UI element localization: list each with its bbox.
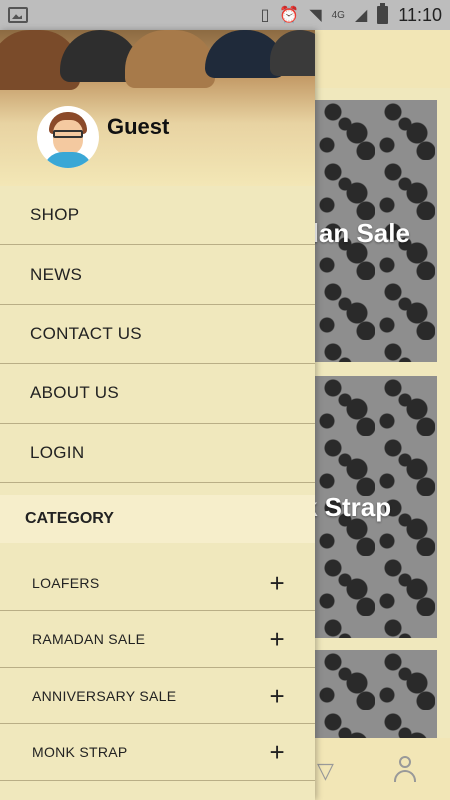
menu-item-shop[interactable]: SHOP	[0, 186, 315, 246]
expand-plus-icon[interactable]: +	[270, 683, 285, 709]
vibrate-icon: ▯	[260, 7, 270, 24]
category-section-title: CATEGORY	[0, 494, 315, 543]
app-header	[315, 30, 450, 88]
banner-card[interactable]	[315, 650, 437, 740]
category-label: MONK STRAP	[32, 744, 128, 761]
clock: 11:10	[398, 4, 442, 25]
expand-plus-icon[interactable]: +	[270, 739, 285, 765]
image-notification-icon	[8, 7, 28, 23]
banner-title: k Strap	[315, 492, 392, 522]
status-bar: ▯ ⏰ ◥ 4G ◢ 11:10	[0, 0, 450, 30]
menu-item-about-us[interactable]: ABOUT US	[0, 364, 315, 424]
cart-icon[interactable]: ▽	[317, 758, 334, 784]
category-list: LOAFERS + RAMADAN SALE + ANNIVERSARY SAL…	[0, 555, 315, 781]
category-item-ramadan-sale[interactable]: RAMADAN SALE +	[0, 611, 315, 668]
banner-title: dan Sale	[315, 218, 410, 248]
menu-item-news[interactable]: NEWS	[0, 245, 315, 305]
category-label: ANNIVERSARY SALE	[32, 687, 177, 704]
category-label: RAMADAN SALE	[32, 631, 146, 648]
banner-card[interactable]: dan Sale	[315, 100, 437, 362]
drawer-header: Guest	[0, 30, 315, 186]
wifi-icon: ◥	[309, 7, 322, 24]
drawer-menu: SHOP NEWS CONTACT US ABOUT US LOGIN	[0, 186, 315, 483]
navigation-drawer: Guest SHOP NEWS CONTACT US ABOUT US LOGI…	[0, 30, 315, 800]
network-type-label: 4G	[331, 9, 345, 21]
expand-plus-icon[interactable]: +	[270, 626, 285, 652]
avatar[interactable]	[37, 106, 99, 168]
banner-card[interactable]: k Strap	[315, 376, 437, 638]
battery-icon	[377, 3, 389, 24]
category-item-loafers[interactable]: LOAFERS +	[0, 555, 315, 612]
menu-item-login[interactable]: LOGIN	[0, 424, 315, 483]
category-item-monk-strap[interactable]: MONK STRAP +	[0, 724, 315, 781]
user-name: Guest	[107, 114, 170, 139]
expand-plus-icon[interactable]: +	[270, 570, 285, 596]
category-label: LOAFERS	[32, 574, 100, 591]
profile-icon[interactable]	[393, 756, 417, 784]
menu-item-contact-us[interactable]: CONTACT US	[0, 305, 315, 365]
category-item-anniversary-sale[interactable]: ANNIVERSARY SALE +	[0, 668, 315, 725]
bottom-nav-bar: ▽	[315, 738, 450, 800]
signal-icon: ◢	[354, 7, 368, 24]
status-icons: ▯ ⏰ ◥ 4G ◢ 11:10	[260, 3, 442, 26]
alarm-icon: ⏰	[279, 7, 300, 24]
